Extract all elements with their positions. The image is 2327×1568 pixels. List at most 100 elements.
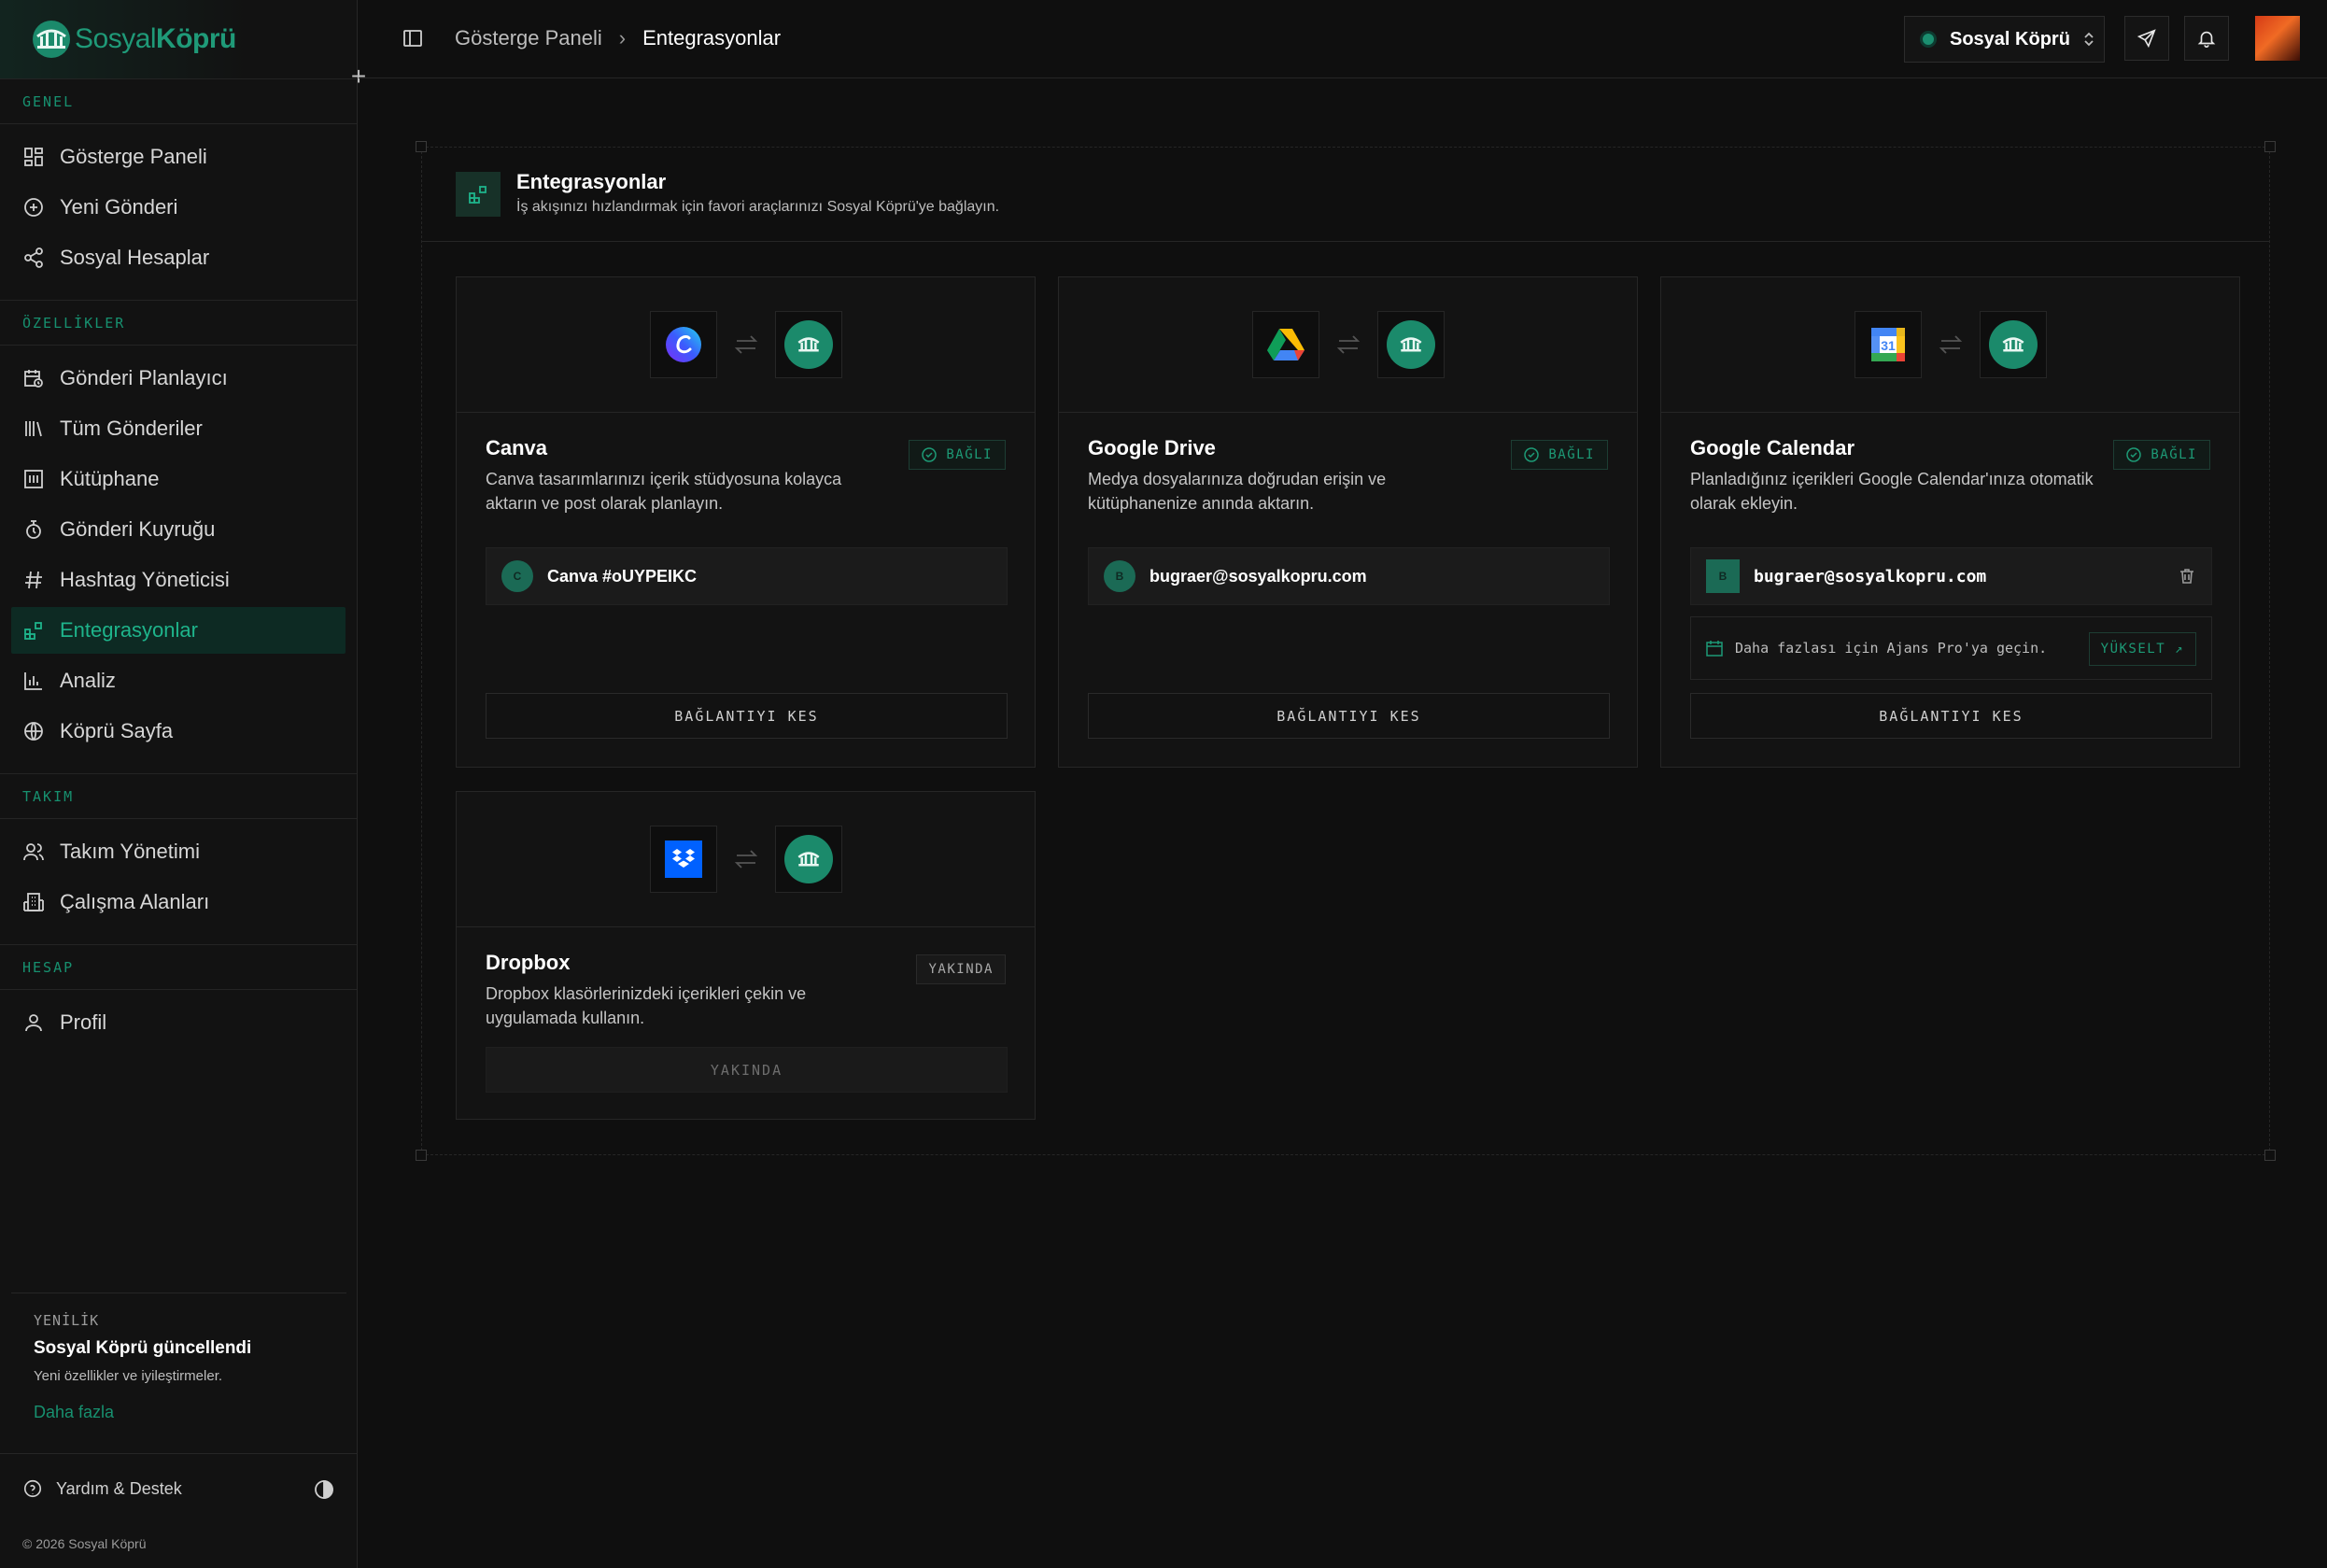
card-logos <box>457 792 1035 927</box>
brand-name-part1: Sosyal <box>75 23 157 54</box>
integration-title: Dropbox <box>486 951 571 974</box>
swap-arrows-icon <box>1939 335 1963 354</box>
card-logos <box>1059 277 1637 413</box>
building-icon <box>23 893 44 911</box>
page-title: Entegrasyonlar <box>516 170 667 193</box>
sidebar-item-all-posts[interactable]: Tüm Gönderiler <box>11 405 346 452</box>
brand-logo-badge <box>1980 311 2047 378</box>
google-drive-icon <box>1267 329 1305 360</box>
sidebar-item-hashtag-manager[interactable]: Hashtag Yöneticisi <box>11 557 346 603</box>
user-icon <box>25 1014 42 1032</box>
sidebar-section-takim: TAKIM Takım Yönetimi Çalışma Alanları <box>0 773 357 944</box>
sidebar-item-label: Yeni Gönderi <box>60 195 178 219</box>
sidebar-item-label: Tüm Gönderiler <box>60 417 203 440</box>
notifications-button[interactable] <box>2184 16 2229 61</box>
workspace-dot-icon <box>1920 31 1937 48</box>
bridge-logo-icon <box>1989 320 2038 369</box>
sidebar-section-ozellikler: ÖZELLİKLER Gönderi Planlayıcı Tüm Gönder… <box>0 300 357 773</box>
dropbox-icon <box>665 841 702 878</box>
sidebar-item-post-queue[interactable]: Gönderi Kuyruğu <box>11 506 346 553</box>
breadcrumb-home[interactable]: Gösterge Paneli <box>455 26 602 50</box>
sidebar-toggle-icon[interactable] <box>402 27 424 49</box>
sidebar-item-integrations[interactable]: Entegrasyonlar <box>11 607 346 654</box>
news-more-link[interactable]: Daha fazla <box>34 1403 324 1422</box>
bridge-logo-icon <box>1387 320 1435 369</box>
check-circle-icon <box>1524 447 1540 462</box>
sidebar-item-team-management[interactable]: Takım Yönetimi <box>11 828 346 875</box>
canva-logo <box>650 311 717 378</box>
status-badge-label: BAĞLI <box>2151 447 2197 462</box>
queue-icon <box>26 520 41 539</box>
help-support-label: Yardım & Destek <box>56 1478 182 1498</box>
workspace-selector[interactable]: Sosyal Köprü <box>1904 16 2105 63</box>
users-icon <box>23 843 44 861</box>
integration-description: Canva tasarımlarınızı içerik stüdyosuna … <box>486 470 842 513</box>
corner-handle <box>2264 1150 2276 1161</box>
account-name: Canva #oUYPEIKC <box>547 566 698 586</box>
integration-description: Medya dosyalarınıza doğrudan erişin ve k… <box>1088 470 1387 513</box>
calendar-day: 31 <box>1881 338 1896 353</box>
google-calendar-logo: 31 <box>1855 311 1922 378</box>
user-avatar[interactable] <box>2255 16 2300 61</box>
sidebar: SosyalKöprü + GENEL Gösterge Paneli Yeni… <box>0 0 366 1568</box>
sidebar-section-title: HESAP <box>0 945 357 990</box>
sidebar-item-label: Entegrasyonlar <box>60 618 198 642</box>
integrations-panel: Entegrasyonlar İş akışınızı hızlandırmak… <box>416 141 2276 1161</box>
integration-description: Dropbox klasörlerinizdeki içerikleri çek… <box>486 984 807 1027</box>
swap-arrows-icon <box>734 335 758 354</box>
integration-title: Google Calendar <box>1690 436 1855 459</box>
sidebar-section-hesap: HESAP Profil <box>0 944 357 1065</box>
google-drive-logo <box>1252 311 1319 378</box>
news-card: YENİLİK Sosyal Köprü güncellendi Yeni öz… <box>11 1293 346 1438</box>
chevron-right-icon: › <box>618 26 627 49</box>
disconnect-button[interactable]: BAĞLANTIYI KES <box>1088 693 1610 739</box>
status-badge: BAĞLI <box>1511 440 1608 470</box>
disconnect-button[interactable]: BAĞLANTIYI KES <box>1690 693 2212 739</box>
status-badge-label: BAĞLI <box>946 447 993 462</box>
card-logos <box>457 277 1035 413</box>
news-title: Sosyal Köprü güncellendi <box>34 1338 252 1358</box>
brand-logo-badge <box>1377 311 1445 378</box>
google-calendar-icon: 31 <box>1871 328 1905 361</box>
brand-logo-badge <box>775 311 842 378</box>
status-badge: BAĞLI <box>909 440 1006 470</box>
sidebar-item-label: Profil <box>60 1010 107 1034</box>
copyright: © 2026 Sosyal Köprü <box>22 1536 147 1551</box>
integration-card-canva: Canva BAĞLI Canva tasarımlarınızı içerik… <box>456 276 1036 768</box>
brand-logo[interactable]: SosyalKöprü <box>0 0 357 78</box>
sidebar-item-bridge-page[interactable]: Köprü Sayfa <box>11 708 346 755</box>
sidebar-item-social-accounts[interactable]: Sosyal Hesaplar <box>11 234 346 281</box>
upgrade-button[interactable]: YÜKSELT ↗ <box>2088 632 2196 666</box>
check-circle-icon <box>922 447 938 462</box>
sidebar-item-dashboard[interactable]: Gösterge Paneli <box>11 134 346 180</box>
canva-icon <box>666 327 701 362</box>
bridge-logo-icon <box>784 835 833 883</box>
coming-soon-button: YAKINDA <box>486 1047 1008 1093</box>
help-support-link[interactable]: Yardım & Destek <box>22 1478 182 1499</box>
globe-icon <box>24 722 43 741</box>
status-badge-label: BAĞLI <box>1548 447 1595 462</box>
dropbox-logo <box>650 826 717 893</box>
sidebar-item-analytics[interactable]: Analiz <box>11 657 346 704</box>
send-button[interactable] <box>2124 16 2169 61</box>
account-avatar: C <box>501 560 533 592</box>
sidebar-item-workspaces[interactable]: Çalışma Alanları <box>11 879 346 925</box>
swap-arrows-icon <box>734 850 758 869</box>
breadcrumb-current: Entegrasyonlar <box>642 26 782 49</box>
sidebar-item-library[interactable]: Kütüphane <box>11 456 346 502</box>
disconnect-button[interactable]: BAĞLANTIYI KES <box>486 693 1008 739</box>
theme-toggle-icon[interactable] <box>313 1478 335 1501</box>
sidebar-item-profile[interactable]: Profil <box>11 999 346 1046</box>
trash-icon[interactable] <box>2178 567 2196 586</box>
integrations-header-icon <box>456 172 501 217</box>
sidebar-footer: Yardım & Destek © 2026 Sosyal Köprü <box>0 1453 358 1568</box>
bar-chart-icon <box>24 672 42 690</box>
sidebar-item-label: Analiz <box>60 669 116 692</box>
sidebar-item-label: Çalışma Alanları <box>60 890 210 913</box>
sidebar-item-post-planner[interactable]: Gönderi Planlayıcı <box>11 355 346 402</box>
integration-card-google-drive: Google Drive BAĞLI Medya dosyalarınıza d… <box>1058 276 1638 768</box>
sidebar-section-title: TAKIM <box>0 774 357 819</box>
page-subtitle: İş akışınızı hızlandırmak için favori ar… <box>516 199 1000 215</box>
corner-handle <box>416 1150 427 1161</box>
sidebar-item-new-post[interactable]: Yeni Gönderi <box>11 184 346 231</box>
